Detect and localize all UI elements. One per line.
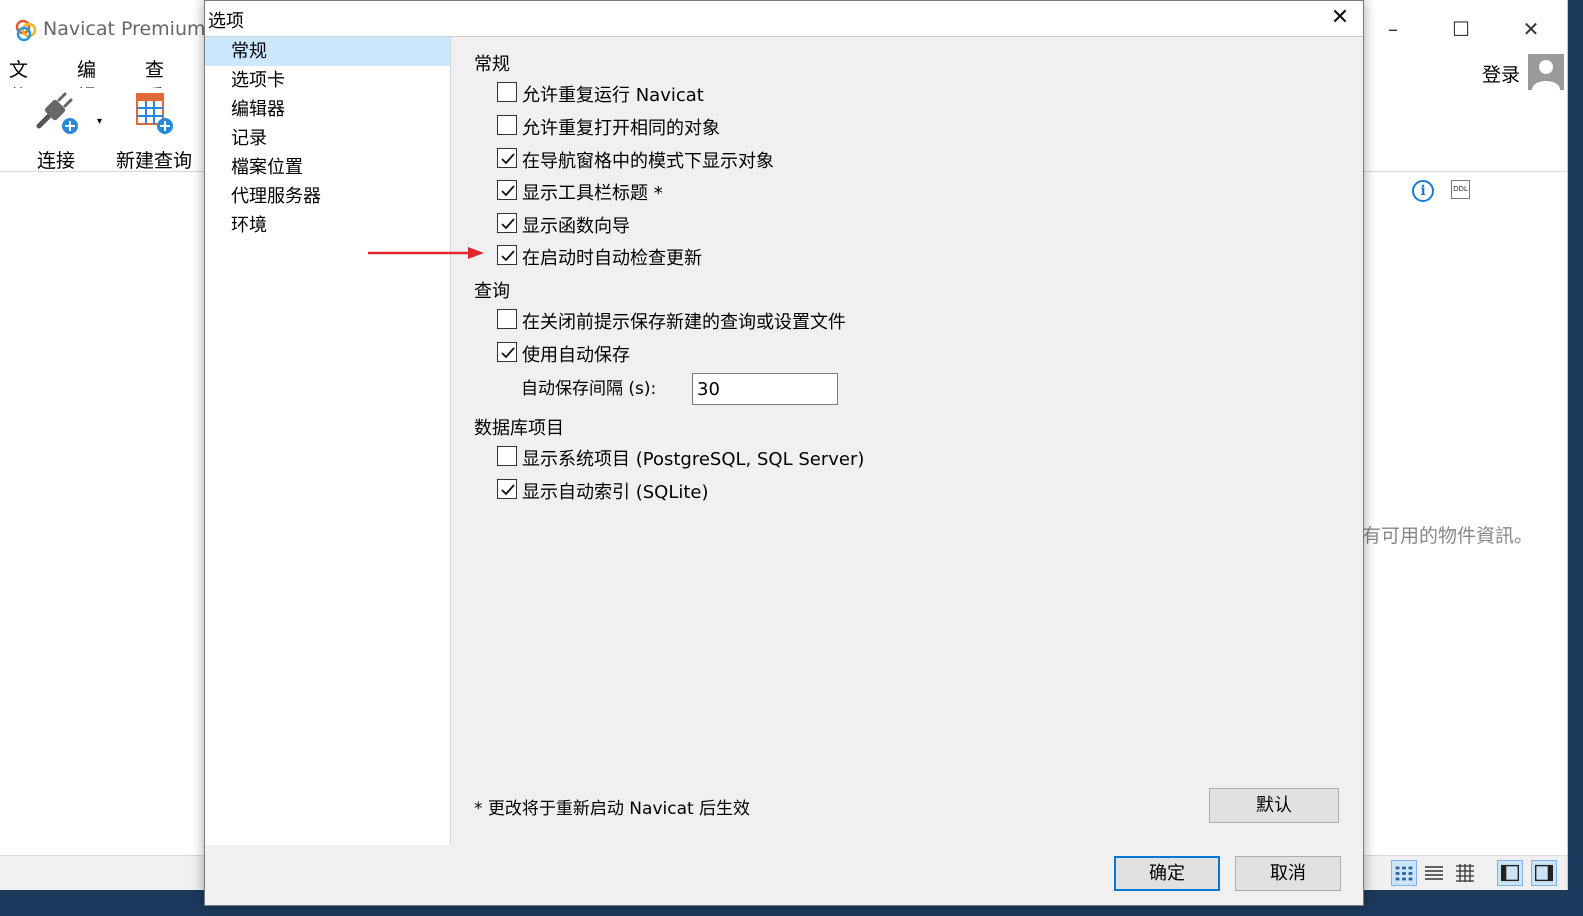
new-query-button[interactable]: 新建查询 bbox=[116, 88, 193, 173]
checkbox[interactable] bbox=[497, 82, 517, 102]
avatar[interactable] bbox=[1528, 54, 1564, 90]
option-label: 显示函数向导 bbox=[522, 216, 630, 237]
app-title: Navicat Premium bbox=[43, 18, 206, 40]
option-label: 在导航窗格中的模式下显示对象 bbox=[522, 151, 774, 172]
cancel-button[interactable]: 取消 bbox=[1235, 856, 1341, 891]
checkbox[interactable] bbox=[497, 309, 517, 329]
checkmark-icon bbox=[501, 153, 515, 165]
connect-label: 连接 bbox=[36, 150, 75, 172]
nav-item-file-location[interactable]: 檔案位置 bbox=[205, 153, 450, 182]
nav-item-editor[interactable]: 编辑器 bbox=[205, 95, 450, 124]
connect-dropdown-icon[interactable]: ▾ bbox=[97, 116, 102, 127]
option-label: 在关闭前提示保存新建的查询或设置文件 bbox=[522, 312, 846, 333]
option-label: 在启动时自动检查更新 bbox=[522, 248, 702, 269]
connect-button[interactable]: 连接 bbox=[30, 88, 82, 173]
right-panel-icon[interactable] bbox=[1531, 860, 1557, 886]
navicat-logo-icon bbox=[15, 19, 37, 42]
login-link[interactable]: 登录 bbox=[1482, 60, 1520, 87]
checkmark-icon bbox=[501, 185, 515, 197]
annotation-arrow-icon bbox=[368, 247, 484, 259]
section-title-database: 数据库项目 bbox=[474, 418, 564, 439]
new-query-label: 新建查询 bbox=[116, 150, 193, 172]
new-query-icon bbox=[136, 93, 173, 134]
checkbox[interactable] bbox=[497, 180, 517, 200]
option-label: 显示系统项目 (PostgreSQL, SQL Server) bbox=[522, 449, 865, 470]
nav-item-general[interactable]: 常规 bbox=[205, 37, 450, 66]
checkbox[interactable] bbox=[497, 245, 517, 265]
options-content: 常规 允许重复运行 Navicat 允许重复打开相同的对象 在导航窗格中的模式下… bbox=[452, 37, 1363, 845]
checkmark-icon bbox=[501, 484, 515, 496]
grid-view-icon[interactable] bbox=[1391, 860, 1417, 886]
detail-view-icon[interactable] bbox=[1452, 860, 1478, 886]
close-window-icon[interactable]: ✕ bbox=[1516, 14, 1546, 44]
option-label: 允许重复打开相同的对象 bbox=[522, 118, 720, 139]
checkbox[interactable] bbox=[497, 213, 517, 233]
checkbox[interactable] bbox=[497, 479, 517, 499]
option-label: 显示工具栏标题 * bbox=[522, 183, 663, 204]
dialog-titlebar: 选项 ✕ bbox=[205, 1, 1363, 37]
arrow-head bbox=[468, 247, 484, 259]
plug-icon bbox=[36, 92, 78, 134]
checkmark-icon bbox=[501, 218, 515, 230]
restart-note: * 更改将于重新启动 Navicat 后生效 bbox=[474, 799, 751, 819]
autosave-interval-input[interactable] bbox=[692, 373, 838, 405]
autosave-interval-label: 自动保存间隔 (s): bbox=[521, 379, 657, 399]
default-button[interactable]: 默认 bbox=[1209, 788, 1339, 823]
checkbox[interactable] bbox=[497, 115, 517, 135]
option-label: 允许重复运行 Navicat bbox=[522, 85, 704, 106]
dialog-title: 选项 bbox=[208, 11, 244, 32]
options-dialog: 选项 ✕ 常规 选项卡 编辑器 记录 檔案位置 代理服务器 环境 常规 允许重复… bbox=[204, 0, 1364, 906]
ddl-icon[interactable]: DDL bbox=[1451, 180, 1470, 199]
ok-button[interactable]: 确定 bbox=[1114, 856, 1220, 891]
nav-item-log[interactable]: 记录 bbox=[205, 124, 450, 153]
checkbox[interactable] bbox=[497, 446, 517, 466]
info-icon[interactable]: i bbox=[1412, 180, 1434, 202]
close-icon[interactable]: ✕ bbox=[1325, 3, 1355, 33]
option-label: 使用自动保存 bbox=[522, 345, 630, 366]
user-icon bbox=[1532, 60, 1560, 90]
nav-item-environment[interactable]: 环境 bbox=[205, 211, 450, 240]
checkmark-icon bbox=[501, 250, 515, 262]
maximize-icon[interactable]: ☐ bbox=[1446, 14, 1476, 44]
section-title-general: 常规 bbox=[474, 54, 510, 75]
checkbox[interactable] bbox=[497, 148, 517, 168]
nav-item-tabs[interactable]: 选项卡 bbox=[205, 66, 450, 95]
list-view-icon[interactable] bbox=[1421, 860, 1447, 886]
no-info-message: 有可用的物件資訊。 bbox=[1362, 525, 1534, 547]
left-panel-icon[interactable] bbox=[1497, 860, 1523, 886]
minimize-icon[interactable]: – bbox=[1378, 14, 1408, 44]
nav-item-proxy[interactable]: 代理服务器 bbox=[205, 182, 450, 211]
checkmark-icon bbox=[501, 347, 515, 359]
checkbox[interactable] bbox=[497, 342, 517, 362]
options-nav: 常规 选项卡 编辑器 记录 檔案位置 代理服务器 环境 bbox=[205, 37, 451, 845]
option-label: 显示自动索引 (SQLite) bbox=[522, 482, 709, 503]
section-title-query: 查询 bbox=[474, 281, 510, 302]
